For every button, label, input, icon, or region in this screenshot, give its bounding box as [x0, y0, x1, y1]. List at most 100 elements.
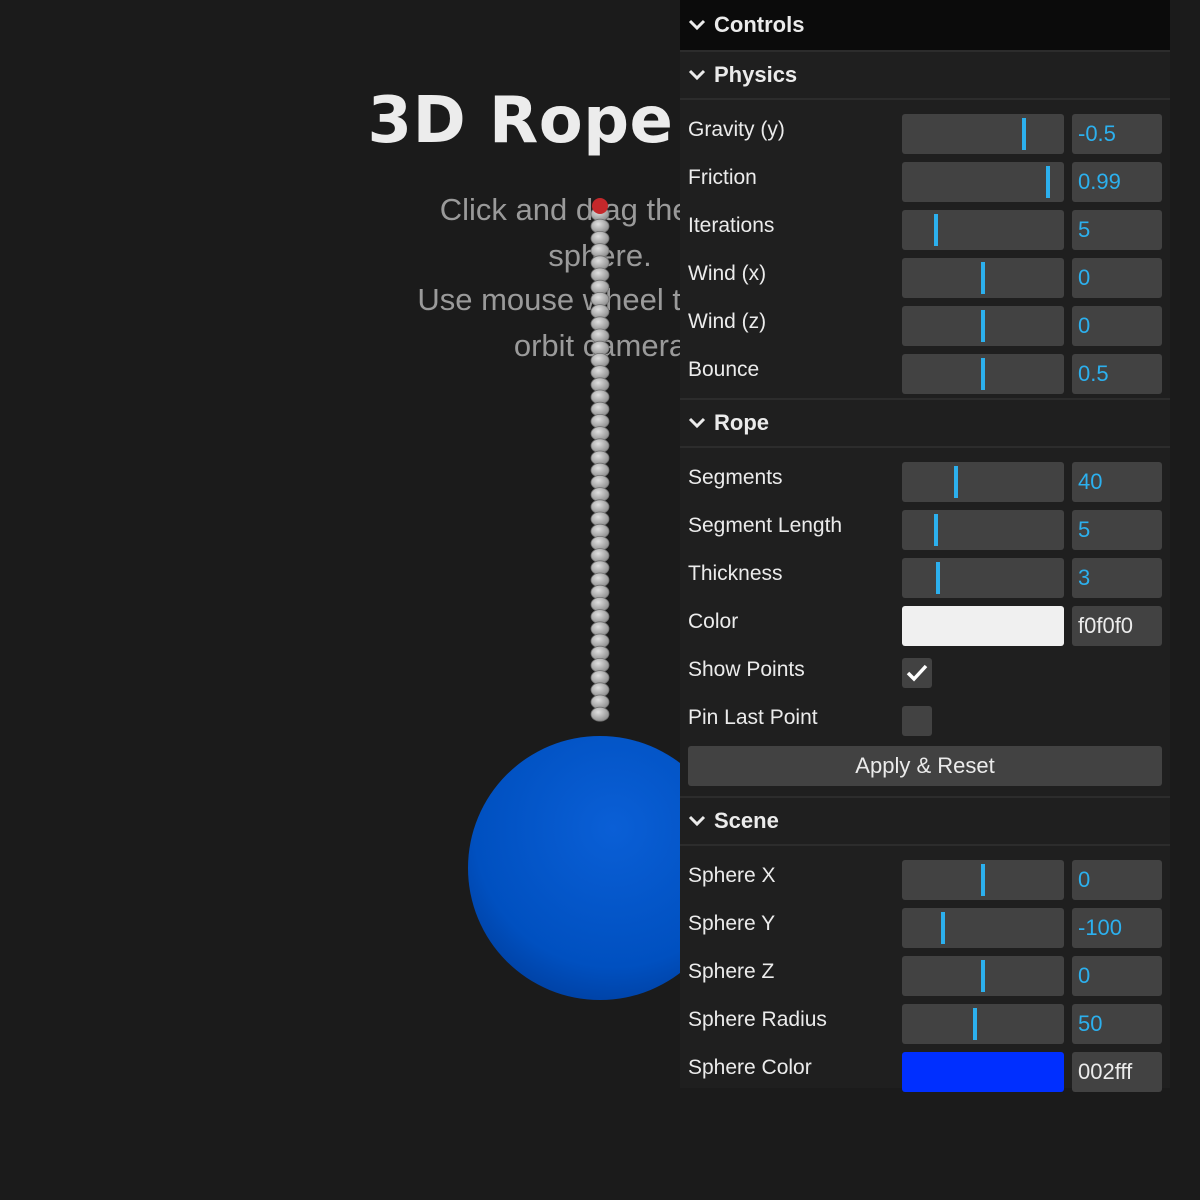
gravity-input[interactable]: -0.5 [1072, 114, 1162, 154]
folder-rope-title: Rope [714, 410, 769, 435]
rope-segment[interactable] [590, 706, 610, 722]
sphere-color-swatch[interactable] [902, 1052, 1064, 1092]
iterations-slider[interactable] [902, 210, 1064, 250]
bounce-slider[interactable] [902, 354, 1064, 394]
control-gravity: Gravity (y) -0.5 [680, 106, 1170, 154]
rope[interactable] [590, 206, 610, 722]
control-sphere-y: Sphere Y -100 [680, 900, 1170, 948]
control-pin-last-point: Pin Last Point [680, 694, 1170, 742]
friction-slider[interactable] [902, 162, 1064, 202]
control-label: Sphere X [688, 864, 776, 887]
wind-x-slider[interactable] [902, 258, 1064, 298]
controls-panel: Controls Physics Gravity (y) -0.5 Fricti… [680, 0, 1170, 1092]
control-label: Segment Length [688, 514, 843, 537]
slider-handle[interactable] [981, 864, 985, 896]
control-label: Wind (x) [688, 262, 767, 285]
slider-handle[interactable] [981, 358, 985, 390]
pin-last-point-checkbox[interactable] [902, 706, 932, 736]
apply-reset-button[interactable]: Apply & Reset [688, 746, 1162, 786]
folder-scene: Sphere X 0 Sphere Y -100 Sphere Z 0 Sphe… [680, 846, 1170, 1092]
friction-input[interactable]: 0.99 [1072, 162, 1162, 202]
rope-color-input[interactable]: f0f0f0 [1072, 606, 1162, 646]
slider-handle[interactable] [1046, 166, 1050, 198]
controls-header[interactable]: Controls [680, 0, 1170, 52]
rope-anchor-point[interactable] [592, 198, 608, 214]
control-label: Sphere Radius [688, 1008, 827, 1031]
control-label: Segments [688, 466, 783, 489]
folder-scene-header[interactable]: Scene [680, 796, 1170, 846]
control-wind-x: Wind (x) 0 [680, 250, 1170, 298]
control-bounce: Bounce 0.5 [680, 346, 1170, 394]
chevron-down-icon [688, 19, 706, 31]
gravity-slider[interactable] [902, 114, 1064, 154]
control-apply: Apply & Reset [680, 742, 1170, 790]
control-label: Sphere Y [688, 912, 776, 935]
chevron-down-icon [688, 815, 706, 827]
control-label: Color [688, 610, 739, 633]
checkmark-icon [906, 664, 928, 682]
sphere-color-input[interactable]: 002fff [1072, 1052, 1162, 1092]
control-iterations: Iterations 5 [680, 202, 1170, 250]
control-show-points: Show Points [680, 646, 1170, 694]
sphere-radius-input[interactable]: 50 [1072, 1004, 1162, 1044]
control-label: Thickness [688, 562, 783, 585]
control-label: Wind (z) [688, 310, 767, 333]
slider-handle[interactable] [1022, 118, 1026, 150]
sphere-y-input[interactable]: -100 [1072, 908, 1162, 948]
slider-handle[interactable] [981, 310, 985, 342]
control-friction: Friction 0.99 [680, 154, 1170, 202]
slider-handle[interactable] [981, 262, 985, 294]
folder-physics: Gravity (y) -0.5 Friction 0.99 Iteration… [680, 100, 1170, 394]
rope-color-swatch[interactable] [902, 606, 1064, 646]
slider-handle[interactable] [936, 562, 940, 594]
control-label: Pin Last Point [688, 706, 818, 729]
slider-handle[interactable] [934, 514, 938, 546]
slider-handle[interactable] [981, 960, 985, 992]
segments-slider[interactable] [902, 462, 1064, 502]
control-sphere-color: Sphere Color 002fff [680, 1044, 1170, 1092]
sphere-y-slider[interactable] [902, 908, 1064, 948]
folder-scene-title: Scene [714, 808, 779, 833]
slider-handle[interactable] [954, 466, 958, 498]
control-thickness: Thickness 3 [680, 550, 1170, 598]
sphere-z-slider[interactable] [902, 956, 1064, 996]
control-label: Gravity (y) [688, 118, 785, 141]
segment-length-input[interactable]: 5 [1072, 510, 1162, 550]
control-color: Color f0f0f0 [680, 598, 1170, 646]
folder-rope: Segments 40 Segment Length 5 Thickness 3… [680, 448, 1170, 790]
control-sphere-z: Sphere Z 0 [680, 948, 1170, 996]
control-label: Sphere Z [688, 960, 775, 983]
controls-title: Controls [714, 12, 805, 37]
control-label: Friction [688, 166, 757, 189]
iterations-input[interactable]: 5 [1072, 210, 1162, 250]
sphere-radius-slider[interactable] [902, 1004, 1064, 1044]
bounce-input[interactable]: 0.5 [1072, 354, 1162, 394]
control-sphere-radius: Sphere Radius 50 [680, 996, 1170, 1044]
control-segment-length: Segment Length 5 [680, 502, 1170, 550]
wind-x-input[interactable]: 0 [1072, 258, 1162, 298]
control-label: Bounce [688, 358, 760, 381]
slider-handle[interactable] [941, 912, 945, 944]
chevron-down-icon [688, 417, 706, 429]
wind-z-slider[interactable] [902, 306, 1064, 346]
folder-physics-title: Physics [714, 62, 798, 87]
sphere-x-slider[interactable] [902, 860, 1064, 900]
segments-input[interactable]: 40 [1072, 462, 1162, 502]
control-label: Show Points [688, 658, 805, 681]
chevron-down-icon [688, 69, 706, 81]
wind-z-input[interactable]: 0 [1072, 306, 1162, 346]
slider-handle[interactable] [973, 1008, 977, 1040]
control-label: Sphere Color [688, 1056, 812, 1079]
folder-physics-header[interactable]: Physics [680, 52, 1170, 100]
segment-length-slider[interactable] [902, 510, 1064, 550]
folder-rope-header[interactable]: Rope [680, 398, 1170, 448]
control-label: Iterations [688, 214, 775, 237]
show-points-checkbox[interactable] [902, 658, 932, 688]
sphere-z-input[interactable]: 0 [1072, 956, 1162, 996]
control-wind-z: Wind (z) 0 [680, 298, 1170, 346]
slider-handle[interactable] [934, 214, 938, 246]
thickness-slider[interactable] [902, 558, 1064, 598]
control-segments: Segments 40 [680, 454, 1170, 502]
thickness-input[interactable]: 3 [1072, 558, 1162, 598]
sphere-x-input[interactable]: 0 [1072, 860, 1162, 900]
